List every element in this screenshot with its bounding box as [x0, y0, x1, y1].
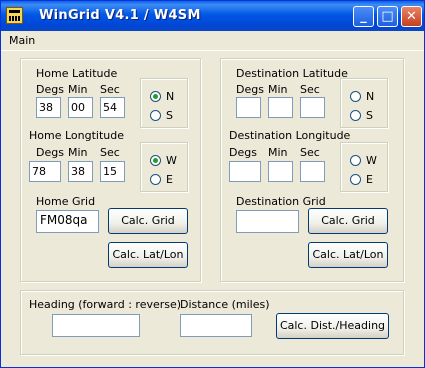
home-grid-field[interactable]: FM08qa: [36, 210, 99, 233]
menu-main[interactable]: Main: [9, 34, 35, 47]
maximize-button[interactable]: □: [377, 6, 398, 27]
distance-field[interactable]: [180, 314, 252, 337]
home-east-label: E: [166, 173, 173, 186]
title-bar[interactable]: WinGrid V4.1 / W4SM _ □ ✕: [1, 1, 424, 31]
dest-lon-degs-label: Degs: [229, 146, 257, 159]
home-lat-degs-label: Degs: [36, 83, 64, 96]
home-east-radio[interactable]: [150, 174, 161, 185]
home-west-label: W: [166, 154, 177, 167]
dest-east-label: E: [366, 173, 373, 186]
dest-grid-label: Destination Grid: [236, 195, 326, 208]
dest-north-label: N: [366, 90, 375, 103]
home-lat-min-label: Min: [68, 83, 88, 96]
home-lat-sec-label: Sec: [100, 83, 120, 96]
dest-lon-min-label: Min: [268, 146, 288, 159]
home-latitude-label: Home Latitude: [36, 67, 118, 80]
heading-field[interactable]: [52, 314, 140, 337]
dest-lon-degs-field[interactable]: [229, 161, 261, 182]
home-we-radio-group: [140, 142, 188, 192]
home-lon-degs-label: Degs: [36, 146, 64, 159]
dest-north-radio[interactable]: [350, 91, 361, 102]
home-south-radio[interactable]: [150, 110, 161, 121]
home-longitude-label: Home Longtitude: [29, 129, 125, 142]
home-lon-sec-label: Sec: [100, 146, 120, 159]
dest-south-radio[interactable]: [350, 110, 361, 121]
dest-ns-radio-group: [340, 78, 388, 128]
home-north-label: N: [166, 90, 175, 103]
home-west-radio[interactable]: [150, 155, 161, 166]
dest-east-radio[interactable]: [350, 174, 361, 185]
distance-label: Distance (miles): [180, 298, 270, 311]
home-lon-min-label: Min: [68, 146, 88, 159]
home-lat-degs-field[interactable]: 38: [36, 97, 61, 118]
dest-calc-grid-button[interactable]: Calc. Grid: [308, 208, 388, 234]
dest-west-radio[interactable]: [350, 155, 361, 166]
home-lon-degs-field[interactable]: 78: [29, 161, 61, 182]
home-calc-grid-button[interactable]: Calc. Grid: [108, 208, 188, 234]
dest-latitude-label: Destination Latitude: [236, 67, 348, 80]
home-lon-min-field[interactable]: 38: [68, 161, 93, 182]
minimize-icon: _: [360, 9, 367, 24]
dest-grid-field[interactable]: [236, 210, 299, 233]
dest-west-label: W: [366, 154, 377, 167]
close-button[interactable]: ✕: [401, 6, 422, 27]
close-icon: ✕: [406, 9, 417, 24]
dest-lon-sec-label: Sec: [300, 146, 320, 159]
dest-lat-min-field[interactable]: [268, 97, 293, 118]
window-title: WinGrid V4.1 / W4SM: [39, 8, 201, 23]
minimize-button[interactable]: _: [353, 6, 374, 27]
menu-bar: Main: [1, 31, 424, 51]
dest-lat-degs-label: Degs: [236, 83, 264, 96]
dest-longitude-label: Destination Longitude: [229, 129, 351, 142]
wingrid-window: WinGrid V4.1 / W4SM _ □ ✕ Main Home Lati…: [0, 0, 425, 368]
dest-lon-min-field[interactable]: [268, 161, 293, 182]
calc-dist-heading-button[interactable]: Calc. Dist./Heading: [276, 313, 389, 339]
dest-lat-degs-field[interactable]: [236, 97, 261, 118]
dest-we-radio-group: [340, 142, 388, 192]
home-lat-sec-field[interactable]: 54: [100, 97, 125, 118]
app-icon[interactable]: [6, 7, 23, 24]
home-ns-radio-group: [140, 78, 188, 128]
heading-label: Heading (forward : reverse): [29, 298, 182, 311]
home-calc-latlon-button[interactable]: Calc. Lat/Lon: [108, 242, 188, 268]
home-lat-min-field[interactable]: 00: [68, 97, 93, 118]
dest-lat-sec-field[interactable]: [300, 97, 325, 118]
dest-lon-sec-field[interactable]: [300, 161, 325, 182]
dest-south-label: S: [366, 109, 373, 122]
home-lon-sec-field[interactable]: 15: [100, 161, 125, 182]
home-north-radio[interactable]: [150, 91, 161, 102]
dest-calc-latlon-button[interactable]: Calc. Lat/Lon: [308, 242, 388, 268]
maximize-icon: □: [381, 9, 394, 24]
home-grid-label: Home Grid: [36, 195, 96, 208]
dest-lat-sec-label: Sec: [300, 83, 320, 96]
dest-lat-min-label: Min: [268, 83, 288, 96]
home-south-label: S: [166, 109, 173, 122]
